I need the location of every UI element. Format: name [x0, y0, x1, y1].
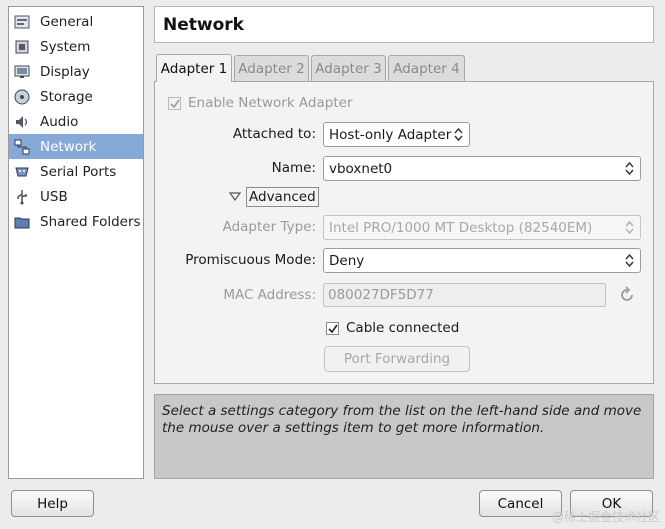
sidebar-item-label: Network — [40, 138, 97, 155]
name-value: vboxnet0 — [329, 160, 393, 177]
mac-address-field[interactable]: 080027DF5D77 — [323, 283, 606, 307]
sidebar-item-audio[interactable]: Audio — [9, 109, 143, 134]
adapter-type-select[interactable]: Intel PRO/1000 MT Desktop (82540EM) — [323, 215, 641, 240]
sidebar-item-serial-ports[interactable]: Serial Ports — [9, 159, 143, 184]
sidebar-item-label: Audio — [40, 113, 79, 130]
info-text: Select a settings category from the list… — [162, 403, 642, 436]
sidebar-item-storage[interactable]: Storage — [9, 84, 143, 109]
promiscuous-mode-select[interactable]: Deny — [323, 248, 641, 273]
tab-adapter-3[interactable]: Adapter 3 — [311, 55, 386, 82]
sidebar-item-shared-folders[interactable]: Shared Folders — [9, 209, 143, 234]
updown-arrows-icon — [623, 219, 636, 236]
usb-icon — [13, 188, 31, 206]
network-icon — [13, 138, 31, 156]
port-forwarding-label: Port Forwarding — [343, 351, 451, 367]
tab-adapter-2[interactable]: Adapter 2 — [234, 55, 309, 82]
sidebar-item-general[interactable]: General — [9, 9, 143, 34]
refresh-mac-button[interactable] — [618, 286, 636, 304]
settings-category-list: General System Display Storage Audio Net… — [8, 6, 144, 479]
port-forwarding-button[interactable]: Port Forwarding — [324, 346, 470, 372]
cable-connected-label: Cable connected — [346, 320, 460, 336]
advanced-expander[interactable]: Advanced — [229, 187, 319, 208]
promiscuous-mode-value: Deny — [329, 252, 365, 269]
updown-arrows-icon — [623, 252, 636, 269]
serial-ports-icon — [13, 163, 31, 181]
promiscuous-mode-label: Promiscuous Mode: — [185, 252, 316, 268]
sidebar-item-label: Display — [40, 63, 90, 80]
tab-adapter-4[interactable]: Adapter 4 — [388, 55, 465, 82]
page-header: Network — [154, 6, 654, 43]
attached-to-label: Attached to: — [232, 126, 316, 142]
info-panel: Select a settings category from the list… — [154, 394, 654, 479]
sidebar-item-network[interactable]: Network — [9, 134, 143, 159]
enable-network-adapter-checkbox[interactable] — [168, 97, 181, 110]
sidebar-item-label: Shared Folders — [40, 213, 141, 230]
sidebar-item-system[interactable]: System — [9, 34, 143, 59]
sidebar-item-label: Storage — [40, 88, 93, 105]
help-label: Help — [37, 495, 68, 512]
shared-folders-icon — [13, 213, 31, 231]
tab-label: Adapter 4 — [393, 61, 460, 77]
sidebar-item-label: USB — [40, 188, 68, 205]
attached-to-select[interactable]: Host-only Adapter — [323, 122, 470, 147]
page-title: Network — [163, 15, 244, 35]
updown-arrows-icon — [623, 160, 636, 177]
adapter-type-label: Adapter Type: — [222, 219, 316, 235]
sidebar-item-display[interactable]: Display — [9, 59, 143, 84]
mac-address-label: MAC Address: — [223, 287, 316, 303]
name-label: Name: — [271, 160, 316, 176]
cable-connected-checkbox[interactable] — [326, 322, 339, 335]
system-icon — [13, 38, 31, 56]
refresh-icon — [621, 286, 633, 301]
name-select[interactable]: vboxnet0 — [323, 156, 641, 181]
sidebar-item-label: Serial Ports — [40, 163, 117, 180]
general-icon — [13, 13, 31, 31]
attached-to-value: Host-only Adapter — [329, 126, 452, 143]
audio-icon — [13, 113, 31, 131]
updown-arrows-icon — [452, 126, 465, 143]
watermark: @稀土掘金技术社区 — [551, 510, 660, 524]
storage-icon — [13, 88, 31, 106]
enable-network-adapter-label: Enable Network Adapter — [188, 95, 353, 111]
display-icon — [13, 63, 31, 81]
tab-label: Adapter 2 — [238, 61, 305, 77]
help-button[interactable]: Help — [11, 490, 94, 517]
sidebar-item-usb[interactable]: USB — [9, 184, 143, 209]
triangle-down-icon — [229, 192, 241, 202]
tab-adapter-1[interactable]: Adapter 1 — [156, 54, 232, 82]
cancel-label: Cancel — [497, 495, 544, 512]
checkmark-icon — [327, 324, 338, 333]
cancel-button[interactable]: Cancel — [479, 490, 562, 517]
checkmark-icon — [169, 99, 180, 108]
sidebar-item-label: General — [40, 13, 94, 30]
advanced-label: Advanced — [246, 187, 319, 207]
mac-address-value: 080027DF5D77 — [328, 287, 434, 303]
tab-label: Adapter 3 — [315, 61, 382, 77]
adapter-type-value: Intel PRO/1000 MT Desktop (82540EM) — [329, 219, 593, 236]
sidebar-item-label: System — [40, 38, 91, 55]
tab-label: Adapter 1 — [160, 60, 228, 77]
